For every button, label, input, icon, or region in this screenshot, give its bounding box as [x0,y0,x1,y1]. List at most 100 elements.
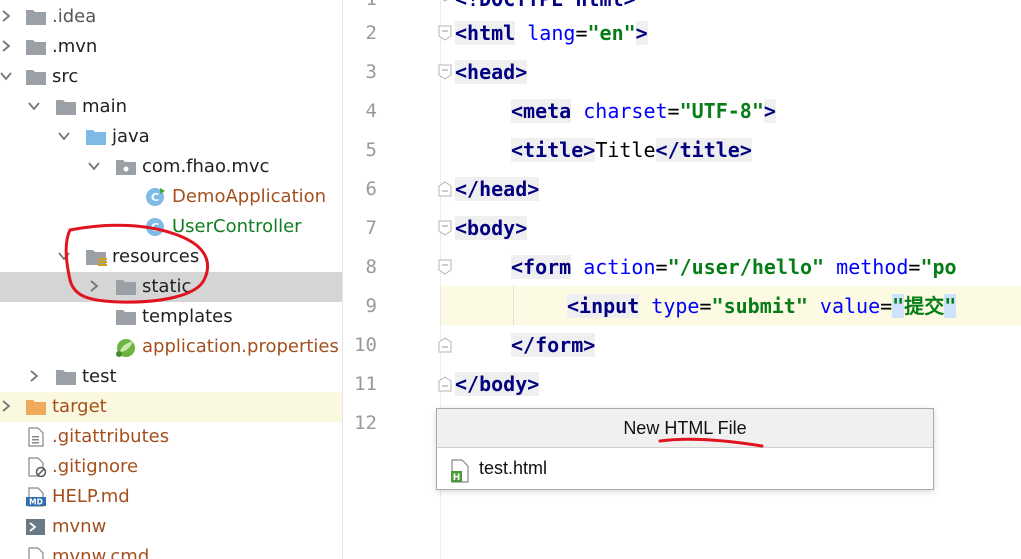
code-token: = [699,294,712,318]
fold-marker-icon[interactable] [438,0,452,2]
code-line-2: <html lang="en"> [455,14,648,53]
code-tag: html [467,21,516,45]
code-string-quote: " [944,294,957,318]
tree-item-label: resources [112,246,200,267]
code-string: "en" [587,21,636,45]
package-icon [116,159,136,175]
code-doctype: <!DOCTYPE html> [455,0,636,11]
code-line-4: <meta charset="UTF-8"> [511,92,776,131]
tree-item-label: .gitattributes [52,426,170,447]
tree-item-gitignore[interactable]: .gitignore [0,452,342,482]
code-text: Title [595,138,656,162]
svg-text:C: C [151,221,159,234]
code-tag: form [535,333,584,357]
code-token: = [880,294,893,318]
code-token: > [515,216,528,240]
fold-marker-icon[interactable] [438,259,452,275]
code-tag: head [479,177,528,201]
code-token: > [583,333,596,357]
chevron-down-icon[interactable] [58,250,70,262]
code-token: </ [655,138,680,162]
html-file-icon: H [449,459,471,487]
code-token: > [527,177,540,201]
code-token: > [635,21,648,45]
chevron-right-icon[interactable] [88,280,100,292]
chevron-right-icon[interactable] [0,40,12,52]
code-tag: head [467,60,516,84]
tree-item-label: application.properties [142,336,339,357]
svg-text:MD: MD [29,498,43,507]
code-string: 提交 [904,294,945,318]
line-number: 5 [365,139,377,161]
chevron-right-icon[interactable] [28,370,40,382]
fold-marker-icon[interactable] [438,376,452,392]
chevron-down-icon[interactable] [28,100,40,112]
folder-icon [26,39,46,55]
fold-marker-icon[interactable] [438,64,452,80]
code-token: > [515,60,528,84]
chevron-right-icon[interactable] [0,400,12,412]
code-line-10: </form> [511,326,596,365]
code-token: < [511,99,524,123]
code-token: = [655,255,668,279]
source-folder-icon [86,129,106,145]
file-icon [28,547,46,559]
code-string: "po [920,255,957,279]
line-number: 8 [365,256,377,278]
tree-item-mvnw-cmd[interactable]: mvnw.cmd [0,542,342,559]
fold-marker-icon[interactable] [438,25,452,41]
tree-item-target[interactable]: target [0,392,342,422]
tree-item-label: HELP.md [52,486,130,507]
spring-properties-icon [114,336,135,357]
code-attr: value [807,294,881,318]
line-number: 6 [365,178,377,200]
tree-item-static[interactable]: static [0,272,342,302]
code-line-5: <title>Title</title> [511,131,752,170]
tree-item-src[interactable]: src [0,62,342,92]
svg-text:H: H [453,473,461,483]
tree-item-main[interactable]: main [0,92,342,122]
tree-item-application-properties[interactable]: application.properties [0,332,342,362]
code-token: = [575,21,588,45]
code-token: < [455,60,468,84]
code-attr: type [639,294,700,318]
chevron-right-icon[interactable] [0,10,12,22]
chevron-down-icon[interactable] [0,70,12,82]
chevron-down-icon[interactable] [88,160,100,172]
tree-item-resources[interactable]: resources [0,242,342,272]
tree-item-package[interactable]: com.fhao.mvc [0,152,342,182]
tree-item-templates[interactable]: templates [0,302,342,332]
code-token: < [455,216,468,240]
tree-item-java[interactable]: java [0,122,342,152]
tree-item-test[interactable]: test [0,362,342,392]
tree-item-mvn[interactable]: .mvn [0,32,342,62]
fold-marker-icon[interactable] [438,337,452,353]
code-token: </ [455,177,480,201]
fold-marker-icon[interactable] [438,181,452,197]
code-line-8: <form action="/user/hello" method="po [511,248,957,287]
code-token: > [739,138,752,162]
tree-item-label: .gitignore [52,456,139,477]
tree-item-help-md[interactable]: MD HELP.md [0,482,342,512]
code-tag: input [579,294,640,318]
code-line-11: </body> [455,365,540,404]
fold-marker-icon[interactable] [438,220,452,236]
tree-item-gitattributes[interactable]: .gitattributes [0,422,342,452]
tree-item-user-controller[interactable]: C UserController [0,212,342,242]
svg-text:C: C [151,191,159,204]
code-attr: charset [571,99,668,123]
chevron-down-icon[interactable] [58,130,70,142]
tree-item-idea[interactable]: .idea [0,2,342,32]
tree-item-label: com.fhao.mvc [142,156,270,177]
code-token: < [511,138,524,162]
indent-guide [513,286,515,325]
excluded-folder-icon [26,399,46,415]
tree-item-mvnw[interactable]: mvnw [0,512,342,542]
tree-item-label: java [112,126,150,147]
code-token: < [455,21,468,45]
code-tag: form [523,255,572,279]
tree-item-label: test [82,366,117,387]
project-tree-panel: .idea .mvn src main java com.fhao.mvc C … [0,0,343,559]
tree-item-demo-application[interactable]: C DemoApplication [0,182,342,212]
popup-file-name-item[interactable]: H test.html [437,453,933,485]
